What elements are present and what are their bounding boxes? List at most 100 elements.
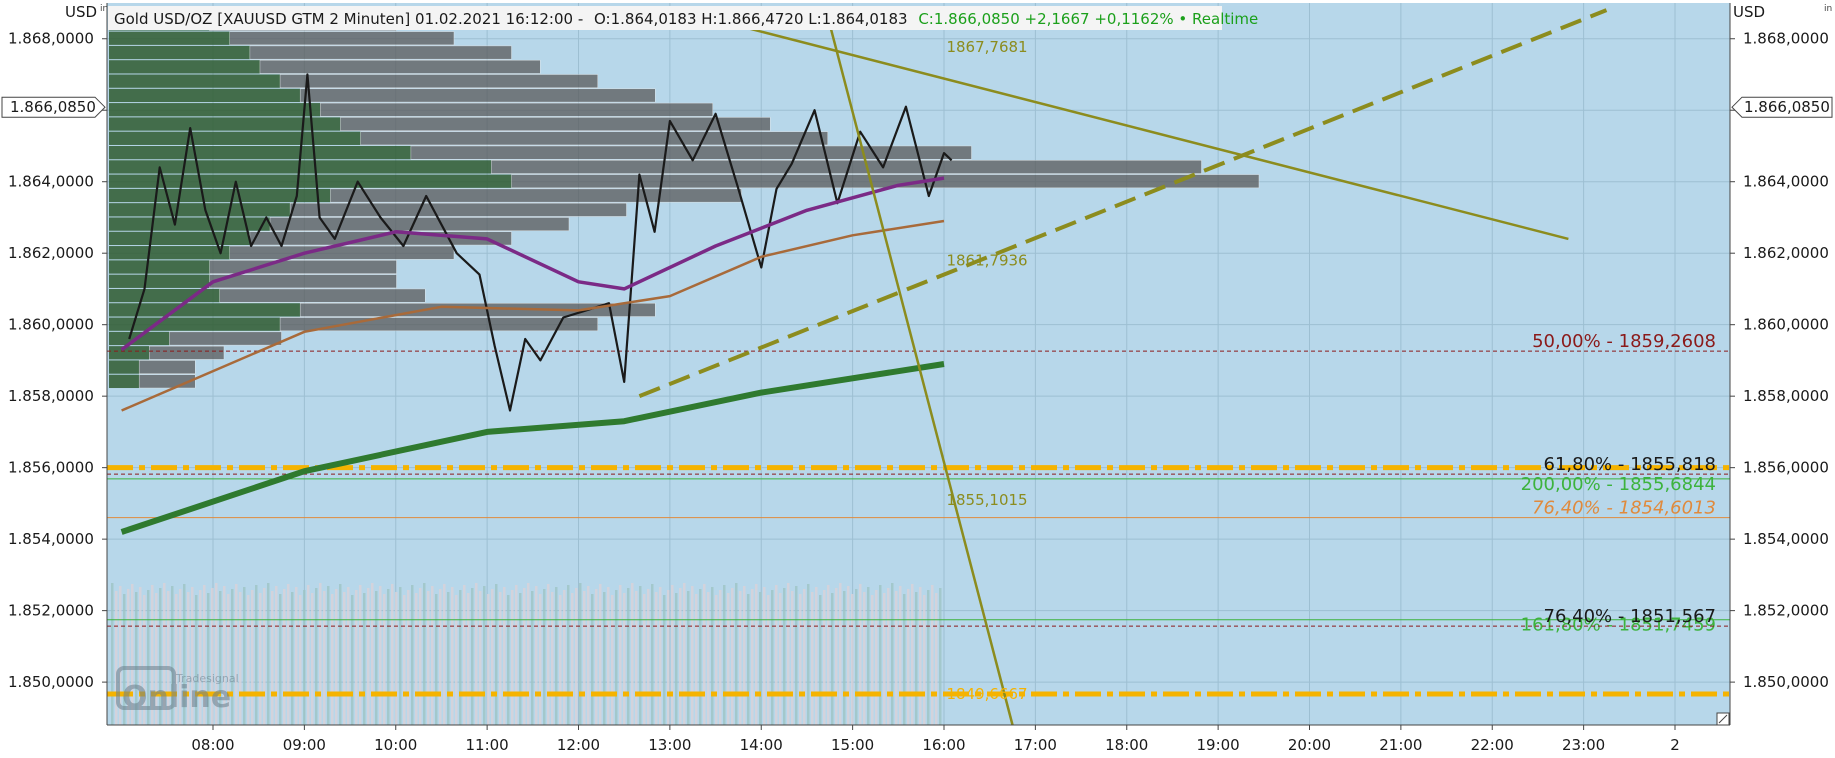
profile-bar-value [109,231,250,246]
profile-bar [340,117,771,131]
volume-bar [503,587,506,725]
y-tick-label-left: 1.852,0000 [8,602,94,620]
volume-bar [435,594,438,725]
volume-bar [315,588,318,725]
volume-bar [627,588,630,725]
x-tick-label: 18:00 [1105,736,1148,754]
profile-bar [169,331,282,346]
volume-bar [471,588,474,725]
volume-bar [347,587,350,725]
volume-bar [743,586,746,725]
profile-bar [279,74,598,89]
profile-bar [219,288,426,303]
volume-bar [811,592,814,725]
volume-bar [387,589,390,725]
current-price-tag-left: 1.866,0850 [1,96,106,118]
profile-bar-value [109,131,361,145]
volume-bar [851,594,854,725]
volume-bar [619,585,622,725]
volume-bar [355,590,358,725]
volume-bar [547,584,550,725]
volume-bar [539,594,542,725]
y-tick-label-left: 1.864,0000 [8,173,94,191]
price-annotation: 1861,7936 [946,252,1027,270]
volume-bar [927,590,930,725]
profile-bar-value [109,203,291,217]
volume-bar [383,594,386,725]
volume-bar [363,593,366,725]
volume-bar [623,593,626,725]
volume-bar [331,594,334,725]
profile-bar [229,245,455,260]
profile-bar-value [109,45,250,60]
volume-bar [935,593,938,725]
volume-bar [835,588,838,725]
chart-container: 50,00% - 1859,2608 61,80% - 1855,818 200,0… [0,0,1835,754]
volume-bar [247,595,250,725]
y-tick-label-left: 1.850,0000 [8,673,94,691]
volume-bar [491,589,494,725]
volume-bar [595,589,598,725]
volume-bar [723,585,726,725]
y-tick-label-right: 1.856,0000 [1743,459,1829,477]
volume-bar [687,591,690,725]
volume-bar [903,594,906,725]
volume-bar [931,585,934,725]
profile-bar [330,188,742,203]
close-change: C:1.866,0850 +2,1667 +0,1162% • Realtime [918,10,1258,28]
volume-bar [399,587,402,725]
volume-bar [651,584,654,725]
volume-bar [543,589,546,725]
volume-bar [767,595,770,725]
volume-bar [899,586,902,725]
volume-bar [747,594,750,725]
volume-bar [859,584,862,725]
volume-bar [291,592,294,725]
volume-bar [775,585,778,725]
volume-bar [807,584,810,725]
volume-bar [239,592,242,725]
profile-bar-value [109,346,150,360]
volume-bar [307,585,310,725]
volume-bar [591,594,594,725]
profile-bar-value [109,174,512,188]
volume-bar [555,587,558,725]
profile-bar [320,102,713,117]
volume-bar [695,594,698,725]
volume-bar [759,592,762,725]
volume-bar [519,593,522,725]
volume-bar [635,591,638,725]
volume-bar [527,583,530,725]
volume-bar [727,593,730,725]
volume-bar [251,590,254,725]
volume-bar [283,589,286,725]
volume-bar [303,590,306,725]
price-chart[interactable]: 50,00% - 1859,2608 61,80% - 1855,818200,0… [0,0,1835,754]
resize-handle[interactable] [1716,712,1730,726]
y-tick-label-right: 1.850,0000 [1743,673,1829,691]
x-tick-label: 15:00 [831,736,874,754]
volume-bar [839,583,842,725]
y-tick-label-right: 1.858,0000 [1743,387,1829,405]
profile-bar [360,131,828,146]
profile-bar-value [109,246,230,260]
volume-bar [403,595,406,725]
volume-bar [571,593,574,725]
volume-bar [771,590,774,725]
volume-bar [823,590,826,725]
y-tick-label-right: 1.852,0000 [1743,602,1829,620]
profile-bar-value [109,145,411,160]
volume-bar [439,589,442,725]
volume-bar [335,589,338,725]
y-tick-label-left: 1.854,0000 [8,530,94,548]
y-tick-label-right: 1.864,0000 [1743,173,1829,191]
x-tick-label: 17:00 [1014,736,1057,754]
volume-bar [319,583,322,725]
volume-bar [295,587,298,725]
volume-bar [411,585,414,725]
price-annotation: 1855,1015 [946,491,1027,509]
volume-bar [479,591,482,725]
volume-bar [367,588,370,725]
volume-bar [831,593,834,725]
profile-bar-value [109,88,301,103]
